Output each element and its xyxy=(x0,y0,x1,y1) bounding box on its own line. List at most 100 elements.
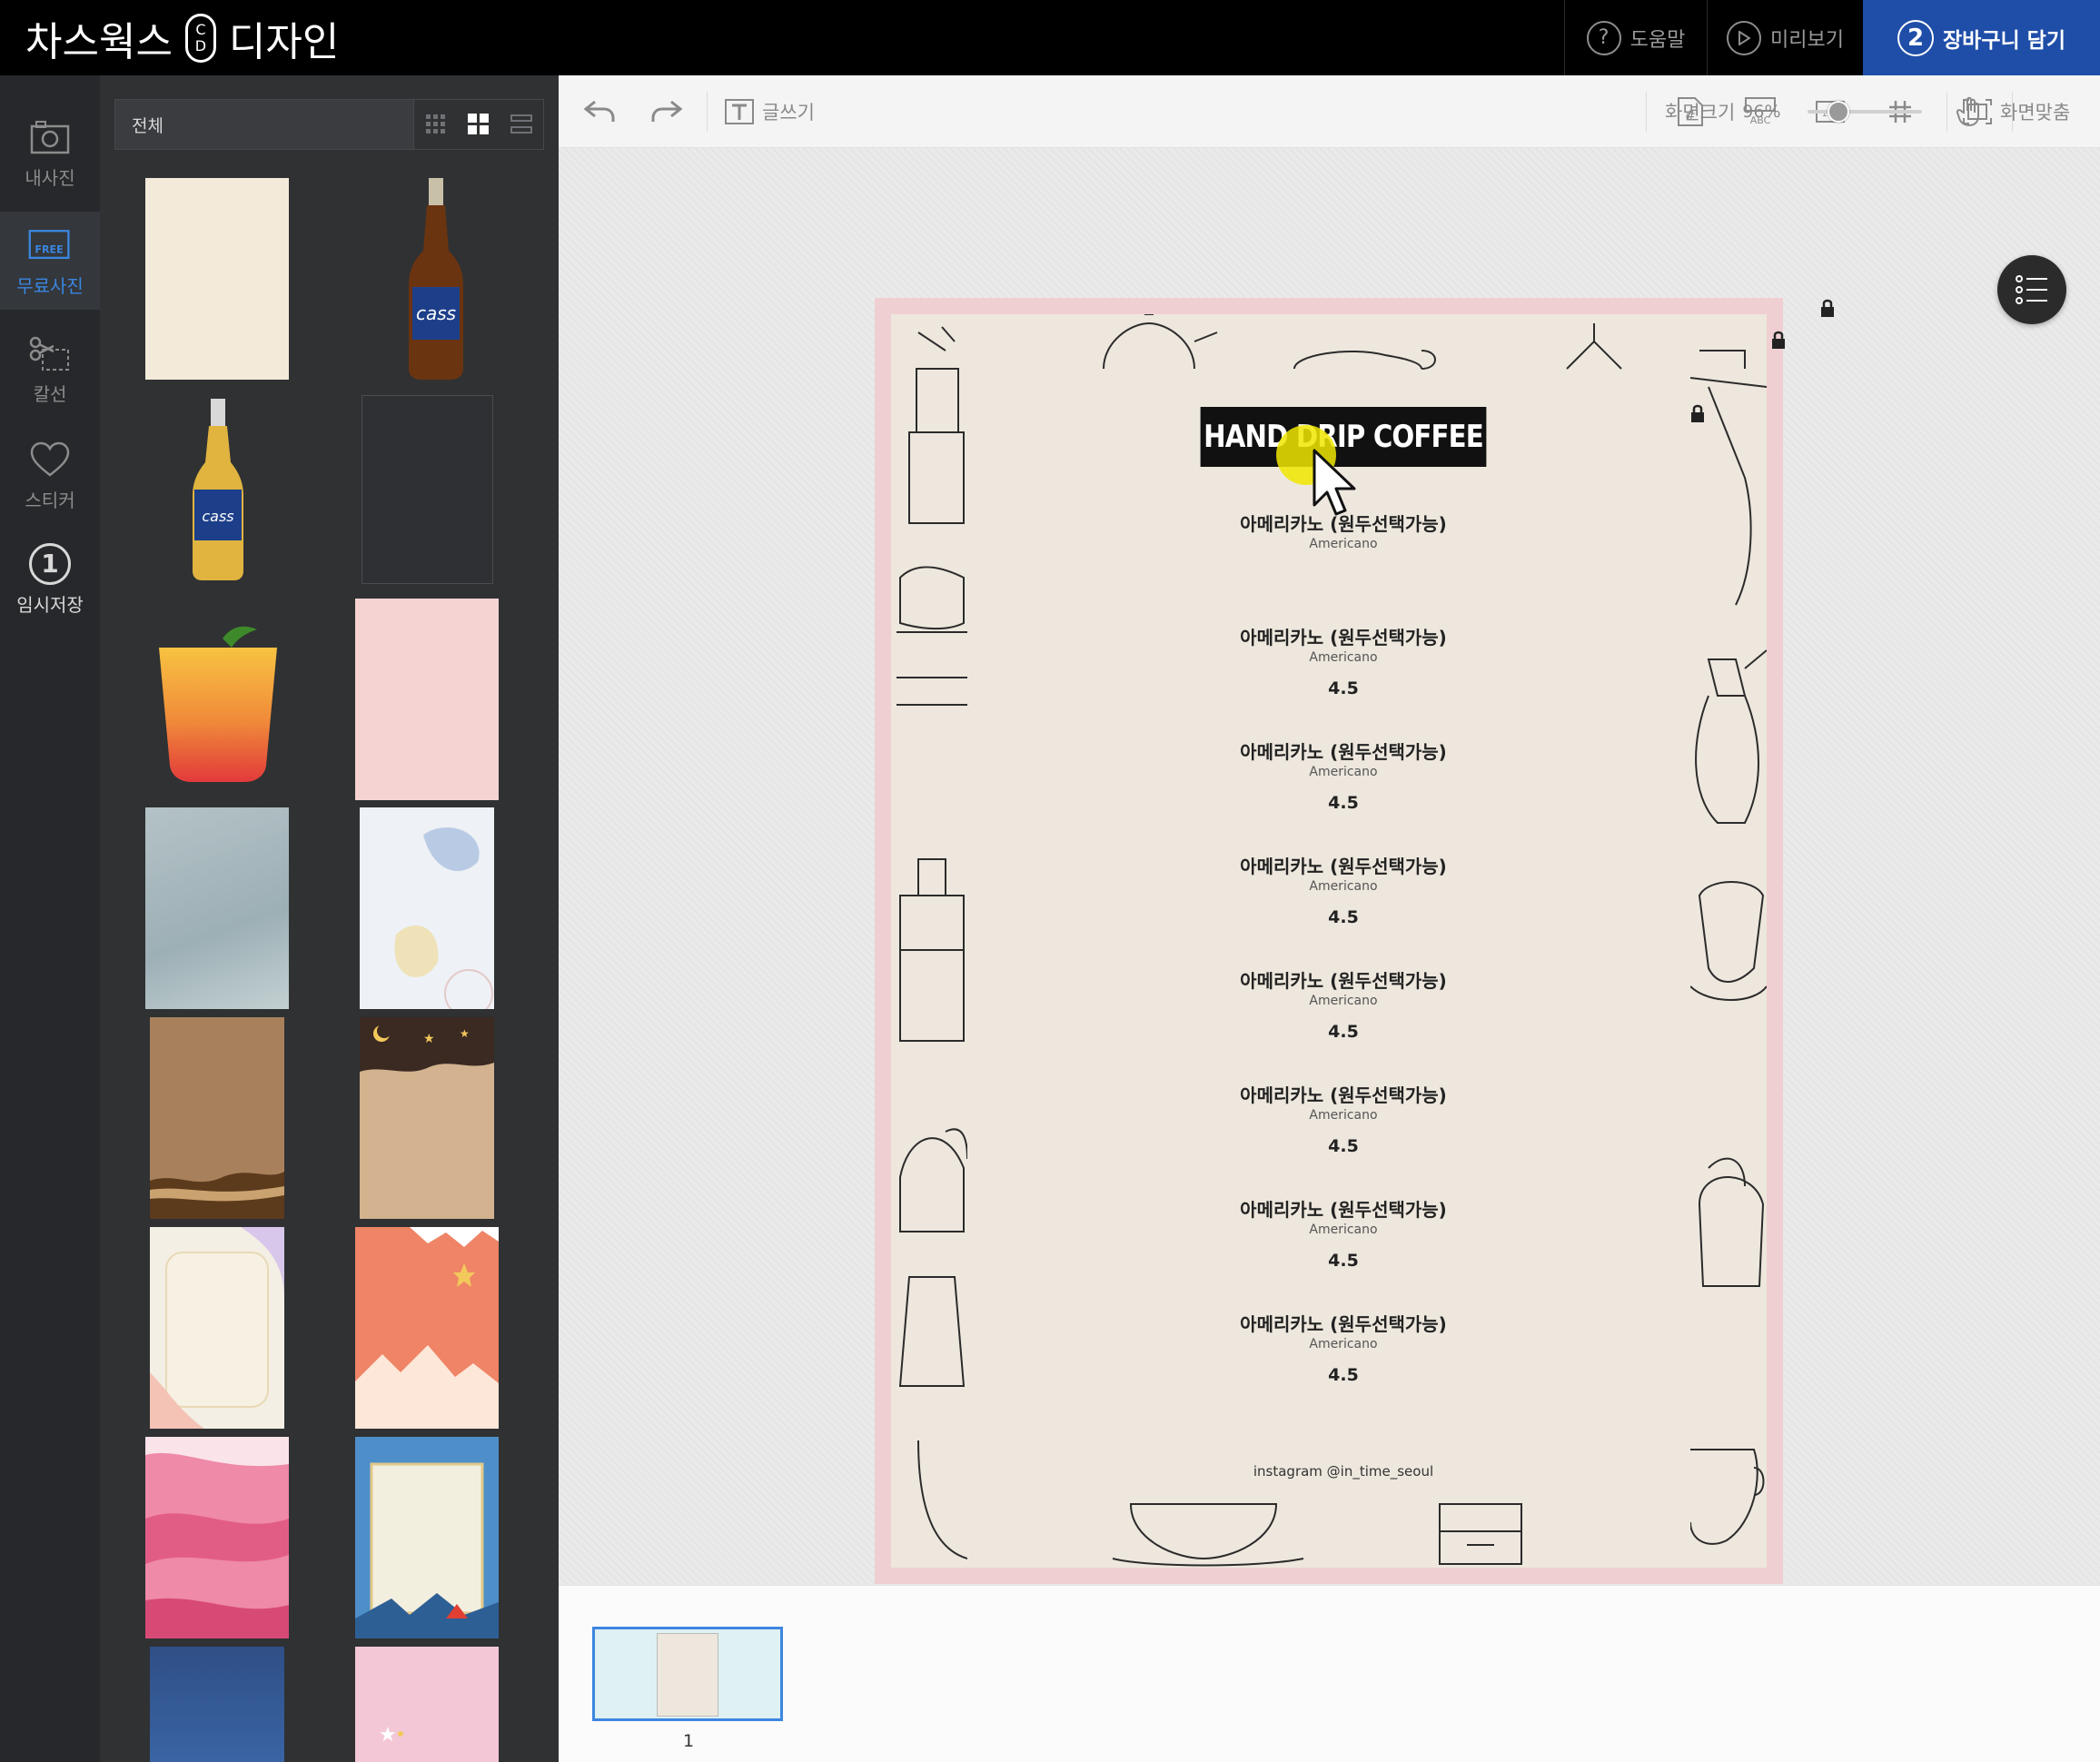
zoom-slider-handle[interactable] xyxy=(1828,101,1849,123)
free-photo-panel: 전체 cass cass ★ ★ ★ xyxy=(100,75,559,1762)
photo-thumb-grey-blue-watercolor[interactable] xyxy=(145,807,289,1009)
undo-button[interactable] xyxy=(584,75,615,148)
photo-thumb-pastel-shapes[interactable] xyxy=(360,807,494,1009)
view-large-grid-button[interactable] xyxy=(457,100,500,149)
photo-thumb-night-sky-paper[interactable]: ★ ★ xyxy=(360,1017,494,1219)
editor-toolbar: 글쓰기 # ABC 123 xyxy=(559,75,2100,148)
play-icon xyxy=(1727,20,1762,55)
nav-label-cut-line: 칼선 xyxy=(33,382,67,405)
category-select-value: 전체 xyxy=(132,115,163,136)
photo-thumb-pink-waves[interactable] xyxy=(145,1437,289,1638)
menu-item-name-ko: 아메리카노 (원두선택가능) xyxy=(1240,741,1447,763)
nav-item-free-photos[interactable]: FREE 무료사진 xyxy=(0,212,100,310)
page-strip: 1 xyxy=(559,1585,2100,1762)
add-to-cart-button[interactable]: 2 장바구니 담기 xyxy=(1863,0,2100,75)
zoom-label-group: 화면크기 96% xyxy=(1665,75,1781,148)
add-text-button[interactable]: 글쓰기 xyxy=(724,75,815,148)
photo-thumb-beer-bottle-brown[interactable]: cass xyxy=(400,178,472,380)
menu-item[interactable]: 아메리카노 (원두선택가능) Americano 4.5 xyxy=(1073,1312,1614,1387)
help-label: 도움말 xyxy=(1629,28,1686,52)
menu-item-name-ko: 아메리카노 (원두선택가능) xyxy=(1240,627,1447,648)
menu-item-name-ko: 아메리카노 (원두선택가능) xyxy=(1240,1313,1447,1335)
menu-item-name-ko: 아메리카노 (원두선택가능) xyxy=(1240,970,1447,992)
photo-thumb-blue-camp-frame[interactable] xyxy=(355,1437,499,1638)
small-grid-icon xyxy=(425,114,445,134)
fit-screen-icon xyxy=(1963,99,1992,124)
instagram-handle[interactable]: instagram @in_time_seoul xyxy=(1073,1463,1614,1480)
menu-item[interactable]: 아메리카노 (원두선택가능) Americano 4.5 xyxy=(1073,1198,1614,1272)
toolbar-divider xyxy=(1646,92,1647,132)
preview-button[interactable]: 미리보기 xyxy=(1707,0,1863,75)
nav-item-temp-save[interactable]: 1 임시저장 xyxy=(0,530,100,629)
menu-item-price: 4.5 xyxy=(1328,1136,1359,1156)
top-header: 차스웍스 C D 디자인 ? 도움말 미리보기 2 장바구니 담기 xyxy=(0,0,2100,75)
bottom-coffee-sketch-border xyxy=(1112,1503,1522,1567)
svg-text:★: ★ xyxy=(460,1027,470,1040)
list-icon xyxy=(510,114,533,134)
cart-label: 장바구니 담기 xyxy=(1943,28,2065,53)
left-nav: 내사진 FREE 무료사진 칼선 스티커 1 임시저장 xyxy=(0,75,100,1762)
photo-thumb-mango-drink[interactable] xyxy=(150,620,286,784)
brand-logo[interactable]: 차스웍스 C D 디자인 xyxy=(25,0,339,75)
lock-icon xyxy=(1772,331,1785,349)
photo-thumb-beige-paper[interactable] xyxy=(145,178,289,380)
temp-save-count: 1 xyxy=(29,542,71,585)
nav-item-cut-line[interactable]: 칼선 xyxy=(0,319,100,419)
photo-thumb-coral-winter[interactable] xyxy=(355,1227,499,1429)
photo-thumb-pink-sparkle[interactable]: ★ xyxy=(355,1647,499,1762)
top-coffee-sketch-border xyxy=(1103,314,1622,370)
menu-item[interactable]: 아메리카노 (원두선택가능) Americano 4.5 xyxy=(1073,969,1614,1044)
app-root: 차스웍스 C D 디자인 ? 도움말 미리보기 2 장바구니 담기 내사진 FR… xyxy=(0,0,2100,1762)
menu-item-name-en: Americano xyxy=(1309,1337,1378,1351)
save-count-icon: 1 xyxy=(27,542,73,585)
nav-label-my-photos: 내사진 xyxy=(25,166,75,189)
menu-item-price: 4.5 xyxy=(1328,678,1359,698)
fit-screen-label: 화면맞춤 xyxy=(2000,102,2071,124)
svg-text:★: ★ xyxy=(379,1724,397,1747)
free-badge-text: FREE xyxy=(35,243,63,255)
photo-thumb-pastel-frame[interactable] xyxy=(150,1227,284,1429)
page-number: 1 xyxy=(683,1731,695,1751)
scissors-icon xyxy=(27,332,73,374)
undo-icon xyxy=(584,100,615,122)
nav-label-sticker: 스티커 xyxy=(25,489,75,511)
page-thumbnail-preview xyxy=(657,1633,718,1717)
nav-label-temp-save: 임시저장 xyxy=(16,593,84,616)
nav-item-my-photos[interactable]: 내사진 xyxy=(0,94,100,212)
view-small-grid-button[interactable] xyxy=(414,100,457,149)
view-list-button[interactable] xyxy=(500,100,543,149)
help-button[interactable]: ? 도움말 xyxy=(1564,0,1707,75)
menu-item[interactable]: 아메리카노 (원두선택가능) Americano xyxy=(1073,512,1614,552)
menu-item-price: 4.5 xyxy=(1328,907,1359,927)
photo-thumb-navy-texture[interactable] xyxy=(150,1647,284,1762)
toolbar-divider xyxy=(1946,92,1947,132)
right-coffee-sketch-border xyxy=(1690,350,1767,1545)
svg-text:★: ★ xyxy=(423,1032,435,1046)
zoom-label: 화면크기 xyxy=(1665,102,1736,124)
menu-item-price: 4.5 xyxy=(1328,1022,1359,1042)
nav-item-sticker[interactable]: 스티커 xyxy=(0,425,100,525)
layers-button[interactable] xyxy=(1997,255,2066,324)
menu-item-name-en: Americano xyxy=(1309,879,1378,894)
menu-item-name-en: Americano xyxy=(1309,1223,1378,1237)
brand-name-right: 디자인 xyxy=(228,18,340,65)
redo-button[interactable] xyxy=(651,75,682,148)
photo-thumb-dark-blank[interactable] xyxy=(362,395,493,584)
zoom-slider[interactable] xyxy=(1808,101,1922,123)
menu-item[interactable]: 아메리카노 (원두선택가능) Americano 4.5 xyxy=(1073,626,1614,700)
menu-item-name-en: Americano xyxy=(1309,1108,1378,1123)
page-thumbnail[interactable] xyxy=(592,1627,783,1721)
photo-thumb-pink-paper[interactable] xyxy=(355,599,499,800)
brand-name-left: 차스웍스 xyxy=(25,18,173,65)
menu-item-name-ko: 아메리카노 (원두선택가능) xyxy=(1240,1084,1447,1106)
menu-item[interactable]: 아메리카노 (원두선택가능) Americano 4.5 xyxy=(1073,740,1614,815)
menu-item-name-en: Americano xyxy=(1309,537,1378,551)
svg-text:cass: cass xyxy=(202,508,233,525)
photo-thumb-brown-paper[interactable] xyxy=(150,1017,284,1219)
menu-item[interactable]: 아메리카노 (원두선택가능) Americano 4.5 xyxy=(1073,1084,1614,1158)
fit-screen-button[interactable]: 화면맞춤 xyxy=(1962,75,2070,148)
menu-item[interactable]: 아메리카노 (원두선택가능) Americano 4.5 xyxy=(1073,855,1614,929)
photo-thumb-beer-bottle-clear[interactable]: cass xyxy=(191,399,245,580)
menu-item-price: 4.5 xyxy=(1328,1251,1359,1271)
mouse-cursor-icon xyxy=(1312,449,1356,516)
